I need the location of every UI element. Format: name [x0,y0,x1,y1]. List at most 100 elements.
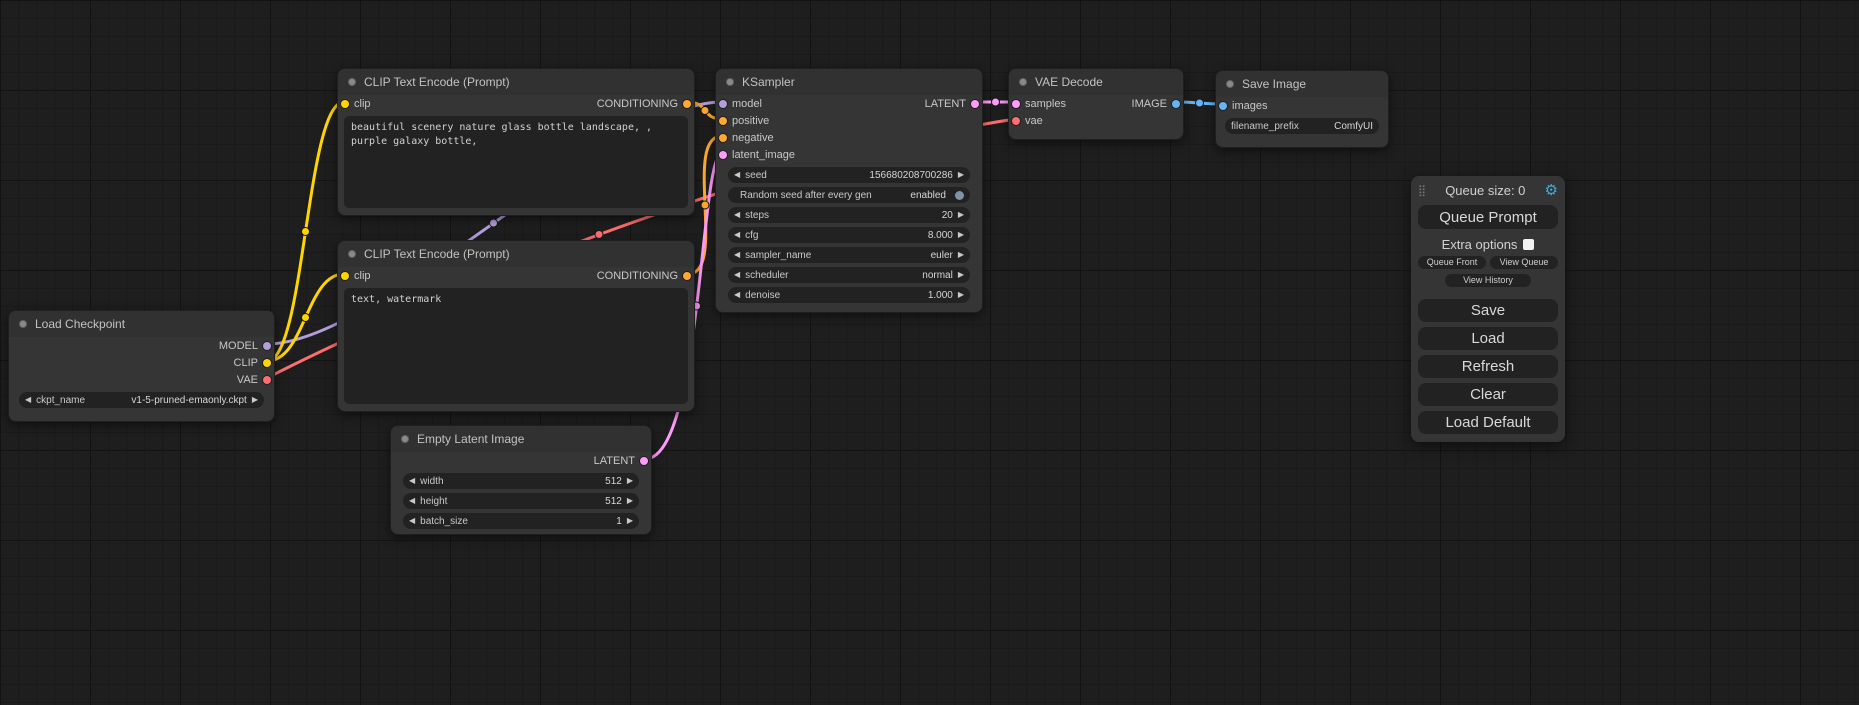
load-button[interactable]: Load [1418,327,1558,350]
node-empty-latent-image[interactable]: Empty Latent Image LATENT ◀ width 512 ▶ … [390,425,652,535]
node-header[interactable]: VAE Decode [1009,69,1183,95]
seed-widget[interactable]: ◀ seed 156680208700286 ▶ [728,167,970,183]
node-header[interactable]: Load Checkpoint [9,311,274,337]
increment-arrow-icon[interactable]: ▶ [627,517,633,525]
node-ksampler[interactable]: KSampler model LATENT positive negative [715,68,983,313]
increment-arrow-icon[interactable]: ▶ [627,477,633,485]
steps-widget[interactable]: ◀ steps 20 ▶ [728,207,970,223]
latent-output-port[interactable] [971,100,979,108]
increment-arrow-icon[interactable]: ▶ [958,231,964,239]
increment-arrow-icon[interactable]: ▶ [958,291,964,299]
node-header[interactable]: KSampler [716,69,982,95]
samples-input-port[interactable] [1012,100,1020,108]
widget-value: 512 [605,496,622,507]
collapse-dot-icon[interactable] [348,250,356,258]
collapse-dot-icon[interactable] [19,320,27,328]
widget-value: 8.000 [928,230,953,241]
node-clip-text-encode-negative[interactable]: CLIP Text Encode (Prompt) clip CONDITION… [337,240,695,412]
increment-arrow-icon[interactable]: ▶ [252,396,258,404]
negative-input-port[interactable] [719,134,727,142]
view-history-button[interactable]: View History [1445,274,1531,287]
clip-input-port[interactable] [341,100,349,108]
decrement-arrow-icon[interactable]: ◀ [25,396,31,404]
node-header[interactable]: Empty Latent Image [391,426,651,452]
slot-label: LATENT [925,98,966,110]
decrement-arrow-icon[interactable]: ◀ [734,291,740,299]
menu-header: ⣿ Queue size: 0 ⚙ [1418,180,1558,200]
cfg-widget[interactable]: ◀ cfg 8.000 ▶ [728,227,970,243]
collapse-dot-icon[interactable] [726,78,734,86]
latent-image-input-port[interactable] [719,151,727,159]
image-output-port[interactable] [1172,100,1180,108]
vae-output-port[interactable] [263,376,271,384]
slot-label: vae [1025,115,1043,127]
width-widget[interactable]: ◀ width 512 ▶ [403,473,639,489]
decrement-arrow-icon[interactable]: ◀ [734,271,740,279]
vae-input-port[interactable] [1012,117,1020,125]
node-load-checkpoint[interactable]: Load Checkpoint MODEL CLIP VAE ◀ ckpt_na… [8,310,275,422]
latent-output-port[interactable] [640,457,648,465]
increment-arrow-icon[interactable]: ▶ [958,251,964,259]
widget-label: steps [745,210,769,221]
collapse-dot-icon[interactable] [348,78,356,86]
collapse-dot-icon[interactable] [1226,80,1234,88]
conditioning-output-port[interactable] [683,100,691,108]
increment-arrow-icon[interactable]: ▶ [958,211,964,219]
images-input-port[interactable] [1219,102,1227,110]
widget-label: scheduler [745,270,788,281]
model-output-port[interactable] [263,342,271,350]
load-default-button[interactable]: Load Default [1418,411,1558,434]
node-header[interactable]: CLIP Text Encode (Prompt) [338,241,694,267]
widget-value: 1 [616,516,622,527]
increment-arrow-icon[interactable]: ▶ [627,497,633,505]
node-save-image[interactable]: Save Image images filename_prefix ComfyU… [1215,70,1389,148]
drag-handle-icon[interactable]: ⣿ [1418,184,1426,197]
increment-arrow-icon[interactable]: ▶ [958,171,964,179]
decrement-arrow-icon[interactable]: ◀ [409,517,415,525]
refresh-button[interactable]: Refresh [1418,355,1558,378]
random-seed-toggle[interactable]: Random seed after every gen enabled [728,187,970,203]
height-widget[interactable]: ◀ height 512 ▶ [403,493,639,509]
clip-output-port[interactable] [263,359,271,367]
decrement-arrow-icon[interactable]: ◀ [734,211,740,219]
slot-row: latent_image [716,146,982,163]
node-clip-text-encode-positive[interactable]: CLIP Text Encode (Prompt) clip CONDITION… [337,68,695,216]
decrement-arrow-icon[interactable]: ◀ [409,477,415,485]
node-header[interactable]: Save Image [1216,71,1388,97]
negative-prompt-textarea[interactable]: text, watermark [344,288,688,404]
conditioning-output-slot: CONDITIONING [597,98,691,110]
view-queue-button[interactable]: View Queue [1490,256,1558,269]
filename-prefix-widget[interactable]: filename_prefix ComfyUI [1225,118,1379,134]
positive-prompt-textarea[interactable]: beautiful scenery nature glass bottle la… [344,116,688,208]
save-button[interactable]: Save [1418,299,1558,322]
queue-front-button[interactable]: Queue Front [1418,256,1486,269]
ckpt-name-widget[interactable]: ◀ ckpt_name v1-5-pruned-emaonly.ckpt ▶ [19,392,264,408]
queue-prompt-button[interactable]: Queue Prompt [1418,205,1558,229]
settings-gear-icon[interactable]: ⚙ [1545,183,1558,198]
increment-arrow-icon[interactable]: ▶ [958,271,964,279]
toggle-knob-icon[interactable] [955,191,964,200]
slot-label: clip [354,270,371,282]
extra-options-checkbox[interactable] [1523,239,1534,250]
decrement-arrow-icon[interactable]: ◀ [734,251,740,259]
widget-label: height [420,496,447,507]
sampler-name-widget[interactable]: ◀ sampler_name euler ▶ [728,247,970,263]
decrement-arrow-icon[interactable]: ◀ [409,497,415,505]
denoise-widget[interactable]: ◀ denoise 1.000 ▶ [728,287,970,303]
node-vae-decode[interactable]: VAE Decode samples IMAGE vae [1008,68,1184,140]
model-input-port[interactable] [719,100,727,108]
clip-input-port[interactable] [341,272,349,280]
conditioning-output-port[interactable] [683,272,691,280]
node-graph-canvas[interactable]: Load Checkpoint MODEL CLIP VAE ◀ ckpt_na… [0,0,1859,705]
batch-size-widget[interactable]: ◀ batch_size 1 ▶ [403,513,639,529]
scheduler-widget[interactable]: ◀ scheduler normal ▶ [728,267,970,283]
decrement-arrow-icon[interactable]: ◀ [734,231,740,239]
comfy-menu-panel[interactable]: ⣿ Queue size: 0 ⚙ Queue Prompt Extra opt… [1411,176,1565,442]
collapse-dot-icon[interactable] [401,435,409,443]
collapse-dot-icon[interactable] [1019,78,1027,86]
decrement-arrow-icon[interactable]: ◀ [734,171,740,179]
slot-label: samples [1025,98,1066,110]
positive-input-port[interactable] [719,117,727,125]
node-header[interactable]: CLIP Text Encode (Prompt) [338,69,694,95]
clear-button[interactable]: Clear [1418,383,1558,406]
